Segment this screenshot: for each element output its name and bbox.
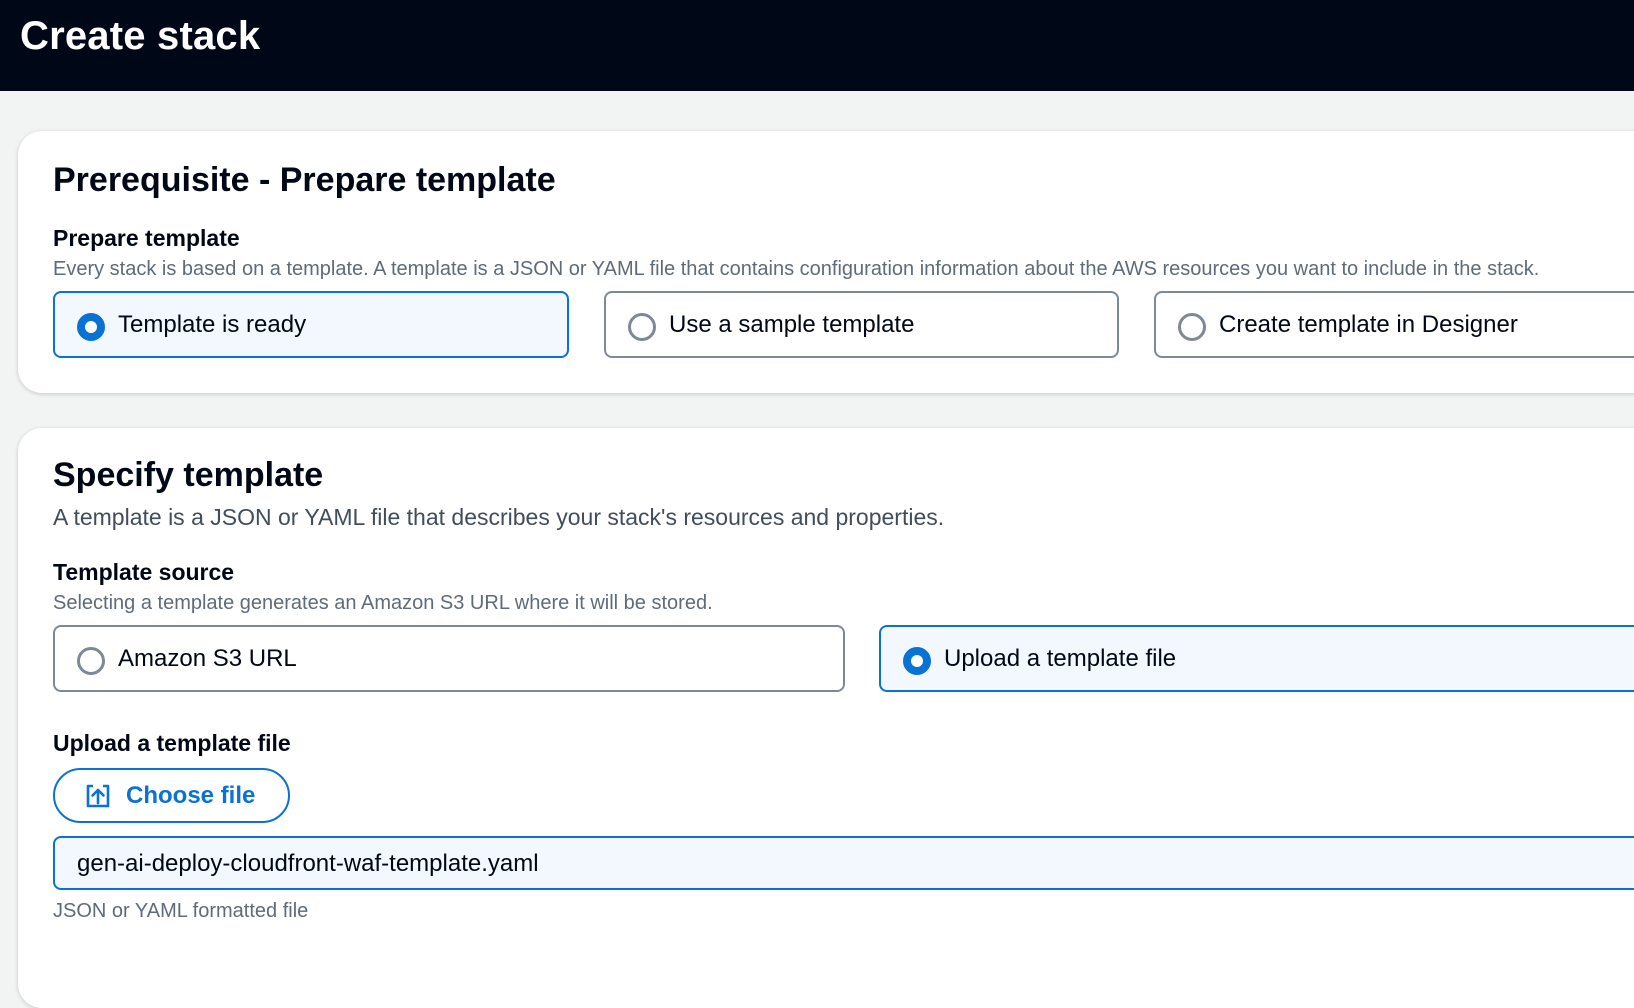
radio-use-sample-template[interactable]: Use a sample template bbox=[604, 291, 1119, 358]
radio-template-is-ready[interactable]: Template is ready bbox=[53, 291, 569, 358]
radio-label: Upload a template file bbox=[944, 645, 1177, 672]
specify-template-panel: Specify template A template is a JSON or… bbox=[18, 428, 1634, 1008]
radio-amazon-s3-url[interactable]: Amazon S3 URL bbox=[53, 625, 845, 692]
prepare-template-label: Prepare template bbox=[53, 225, 240, 251]
radio-label: Create template in Designer bbox=[1219, 311, 1518, 338]
radio-selected-icon bbox=[903, 647, 931, 675]
page-title: Create stack bbox=[20, 14, 261, 58]
radio-create-template-in-designer[interactable]: Create template in Designer bbox=[1154, 291, 1634, 358]
selected-file-field: gen-ai-deploy-cloudfront-waf-template.ya… bbox=[53, 836, 1634, 890]
radio-unselected-icon bbox=[77, 647, 105, 675]
template-source-label: Template source bbox=[53, 559, 235, 585]
radio-label: Template is ready bbox=[118, 311, 307, 338]
selected-file-name: gen-ai-deploy-cloudfront-waf-template.ya… bbox=[77, 850, 539, 877]
prerequisite-panel: Prerequisite - Prepare template Prepare … bbox=[18, 131, 1634, 393]
file-format-hint: JSON or YAML formatted file bbox=[53, 900, 309, 922]
radio-label: Amazon S3 URL bbox=[118, 645, 297, 672]
radio-unselected-icon bbox=[628, 313, 656, 341]
specify-template-description: A template is a JSON or YAML file that d… bbox=[53, 504, 945, 530]
choose-file-label: Choose file bbox=[126, 782, 256, 809]
page-header: Create stack bbox=[0, 0, 1634, 91]
choose-file-button[interactable]: Choose file bbox=[53, 768, 290, 823]
radio-selected-icon bbox=[77, 313, 105, 341]
radio-label: Use a sample template bbox=[669, 311, 915, 338]
prerequisite-title: Prerequisite - Prepare template bbox=[53, 161, 556, 199]
upload-icon bbox=[86, 784, 110, 808]
template-source-description: Selecting a template generates an Amazon… bbox=[53, 592, 713, 614]
prepare-template-description: Every stack is based on a template. A te… bbox=[53, 258, 1540, 280]
radio-unselected-icon bbox=[1178, 313, 1206, 341]
radio-upload-template-file[interactable]: Upload a template file bbox=[879, 625, 1634, 692]
specify-template-title: Specify template bbox=[53, 456, 324, 494]
upload-template-file-label: Upload a template file bbox=[53, 730, 291, 756]
